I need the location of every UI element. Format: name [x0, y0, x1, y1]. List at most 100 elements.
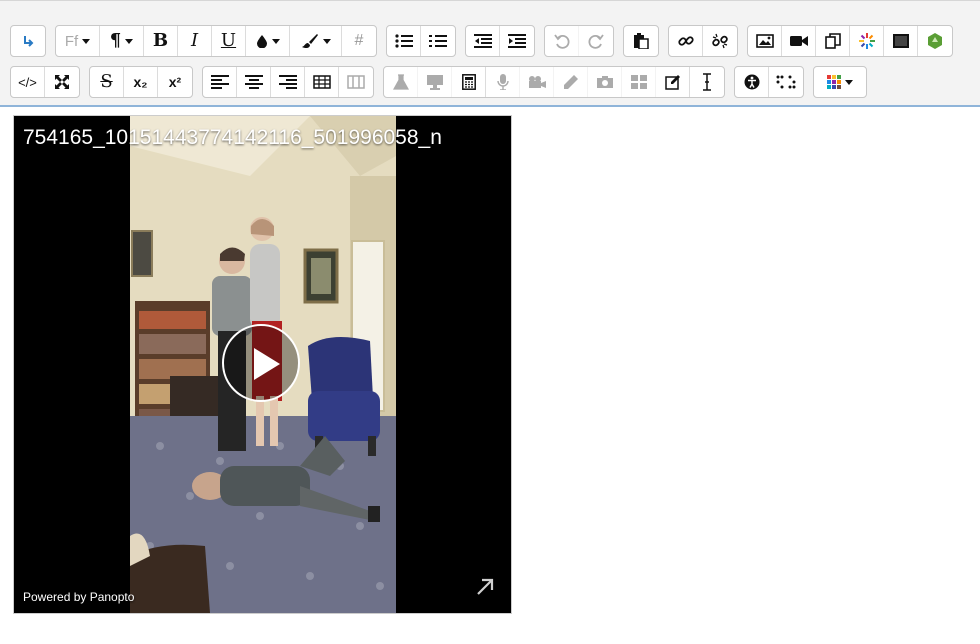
toolbar-group-lists [386, 25, 456, 57]
chevron-down-icon [82, 38, 91, 44]
toolbar-group-collapse [10, 25, 46, 57]
font-icon: Ff [64, 32, 79, 50]
paste-button[interactable] [624, 26, 658, 56]
accessibility-button[interactable] [735, 67, 769, 97]
editor-toolbar: Ff ¶ B I U # </> S x₂ x² [0, 0, 980, 106]
strikethrough-label: S [100, 71, 113, 92]
text-cursor-button[interactable] [690, 67, 724, 97]
paragraph-style-button[interactable]: ¶ [100, 26, 144, 56]
html-source-button[interactable]: </> [11, 67, 45, 97]
link-icon [677, 36, 694, 46]
insert-media-button[interactable] [782, 26, 816, 56]
template-button[interactable] [622, 67, 656, 97]
redo-button[interactable] [579, 26, 613, 56]
microphone-icon [496, 74, 509, 90]
columns-button[interactable] [339, 67, 373, 97]
toolbar-group-align [202, 66, 374, 98]
italic-label: I [190, 30, 199, 51]
toolbar-row-1: Ff ¶ B I U # [10, 25, 962, 57]
pencil-icon [563, 75, 578, 89]
indent-icon [508, 34, 526, 48]
chemistry-button[interactable] [384, 67, 418, 97]
text-color-button[interactable] [246, 26, 290, 56]
panopto-video-embed[interactable]: 754165_10151443774142116_501996058_n Pow… [13, 115, 512, 614]
toolbar-group-view: </> [10, 66, 80, 98]
align-left-button[interactable] [203, 67, 237, 97]
edit-button[interactable] [656, 67, 690, 97]
arrow-down-right-icon [24, 36, 34, 47]
unlink-button[interactable] [703, 26, 737, 56]
collapse-button[interactable] [11, 26, 45, 56]
draw-button[interactable] [554, 67, 588, 97]
pilcrow-icon: ¶ [109, 30, 122, 51]
desktop-icon [426, 75, 443, 90]
align-center-button[interactable] [237, 67, 271, 97]
align-right-button[interactable] [271, 67, 305, 97]
link-button[interactable] [669, 26, 703, 56]
bold-button[interactable]: B [144, 26, 178, 56]
underline-button[interactable]: U [212, 26, 246, 56]
outdent-button[interactable] [466, 26, 500, 56]
align-center-icon [244, 75, 263, 89]
strikethrough-button[interactable]: S [90, 67, 124, 97]
record-audio-button[interactable] [486, 67, 520, 97]
recycle-icon [928, 33, 942, 49]
chevron-down-icon [845, 79, 853, 85]
more-apps-button[interactable] [814, 67, 866, 97]
indent-button[interactable] [500, 26, 534, 56]
hash-label: # [354, 32, 364, 49]
bullet-list-button[interactable] [387, 26, 421, 56]
toolbar-group-history [544, 25, 614, 57]
toolbar-group-insert [747, 25, 953, 57]
play-icon [254, 348, 280, 380]
screen-button[interactable] [884, 26, 918, 56]
font-family-button[interactable]: Ff [56, 26, 100, 56]
subscript-label: x₂ [133, 74, 148, 90]
superscript-label: x² [168, 74, 182, 90]
toolbar-group-tools [383, 66, 725, 98]
calculator-button[interactable] [452, 67, 486, 97]
flask-icon [392, 74, 409, 90]
chevron-down-icon [322, 38, 331, 44]
hash-button[interactable]: # [342, 26, 376, 56]
powered-by-label: Powered by Panopto [23, 590, 135, 604]
record-video-button[interactable] [520, 67, 554, 97]
underline-label: U [220, 30, 237, 51]
open-external-icon[interactable] [474, 576, 496, 598]
align-left-icon [210, 75, 229, 89]
recycle-button[interactable] [918, 26, 952, 56]
copy-icon [824, 33, 841, 49]
braille-button[interactable] [769, 67, 803, 97]
toolbar-group-more [813, 66, 867, 98]
fullscreen-button[interactable] [45, 67, 79, 97]
table-button[interactable] [305, 67, 339, 97]
background-color-button[interactable] [290, 26, 342, 56]
screenshare-button[interactable] [418, 67, 452, 97]
calculator-icon [461, 74, 476, 90]
insert-image-button[interactable] [748, 26, 782, 56]
manage-files-button[interactable] [816, 26, 850, 56]
chevron-down-icon [271, 38, 280, 44]
code-label: </> [18, 74, 37, 90]
play-button[interactable] [222, 324, 300, 402]
h5p-button[interactable] [850, 26, 884, 56]
i-beam-icon [703, 73, 711, 91]
columns-icon [347, 75, 365, 89]
editor-page: Ff ¶ B I U # </> S x₂ x² 754165_10151443… [0, 0, 980, 644]
numbered-list-button[interactable] [421, 26, 455, 56]
spark-icon [858, 33, 875, 49]
undo-button[interactable] [545, 26, 579, 56]
arrow-up-right-icon [477, 578, 494, 595]
toolbar-group-format: Ff ¶ B I U # [55, 25, 377, 57]
photo-button[interactable] [588, 67, 622, 97]
video-title: 754165_10151443774142116_501996058_n [23, 126, 442, 149]
undo-icon [553, 34, 569, 49]
monitor-icon [892, 34, 909, 48]
camcorder-icon [528, 76, 546, 88]
superscript-button[interactable]: x² [158, 67, 192, 97]
braille-icon [776, 75, 796, 89]
subscript-button[interactable]: x₂ [124, 67, 158, 97]
italic-button[interactable]: I [178, 26, 212, 56]
toolbar-group-paste [623, 25, 659, 57]
camera-icon [596, 76, 613, 88]
